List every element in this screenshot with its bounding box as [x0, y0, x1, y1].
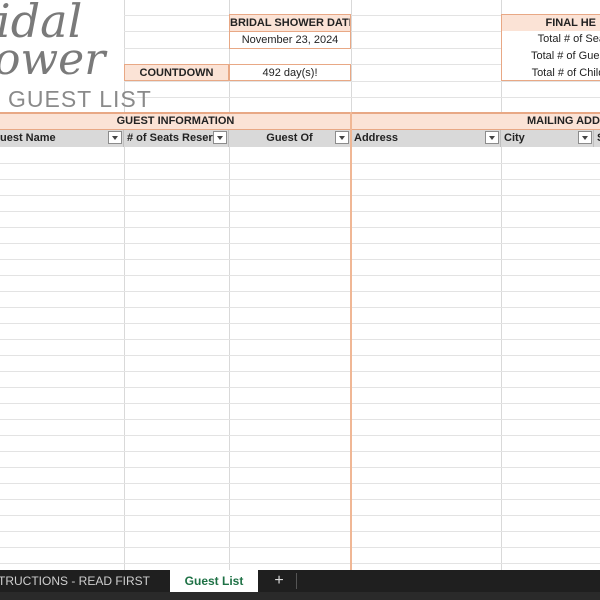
grid-line [0, 211, 600, 212]
grid-line [0, 563, 600, 564]
grid-line [0, 227, 600, 228]
guest-information-header: GUEST INFORMATION [0, 112, 351, 130]
filter-dropdown-icon[interactable] [578, 131, 592, 144]
final-headcount-title: FINAL HE [501, 14, 600, 32]
grid-line [0, 275, 600, 276]
total-guests-label: Total # of Guest [501, 48, 600, 65]
grid-line [0, 467, 600, 468]
logo-line2: ower [0, 34, 106, 85]
grid-line [0, 163, 600, 164]
grid-line [0, 291, 600, 292]
tab-guest-list[interactable]: Guest List [170, 570, 258, 592]
tab-instructions-label: TRUCTIONS - READ FIRST [0, 574, 150, 588]
logo-guest-list: GUEST LIST [8, 86, 152, 112]
grid-line [0, 435, 600, 436]
grid-line [0, 355, 600, 356]
filter-dropdown-icon[interactable] [108, 131, 122, 144]
col-header-seats-reserved[interactable]: # of Seats Reserv [124, 130, 229, 147]
tab-instructions[interactable]: TRUCTIONS - READ FIRST [0, 570, 168, 592]
col-header-guest-name[interactable]: uest Name [0, 130, 124, 147]
col-header-guest-of[interactable]: Guest Of [229, 130, 351, 147]
grid-line [0, 403, 600, 404]
sheet-tab-bar: TRUCTIONS - READ FIRST Guest List + [0, 570, 600, 592]
grid-line [124, 81, 600, 82]
col-header-address-label: Address [354, 132, 399, 144]
mailing-address-label: MAILING ADDR [527, 115, 600, 127]
col-header-guest-of-label: Guest Of [266, 132, 313, 144]
grid-line [0, 451, 600, 452]
section-divider [350, 112, 352, 570]
filter-dropdown-icon[interactable] [213, 131, 227, 144]
grid-line [0, 259, 600, 260]
tab-divider [296, 573, 297, 589]
col-header-seats-label: # of Seats Reserv [127, 132, 219, 144]
grid-line [0, 179, 600, 180]
filter-dropdown-icon[interactable] [485, 131, 499, 144]
grid-line [0, 531, 600, 532]
countdown-value[interactable]: 492 day(s)! [229, 64, 351, 81]
grid-line [0, 243, 600, 244]
grid-line [0, 547, 600, 548]
total-children-label: Total # of Childr [501, 65, 600, 81]
add-sheet-button[interactable]: + [266, 570, 292, 592]
grid-line [0, 339, 600, 340]
mailing-address-header: MAILING ADDR [351, 112, 600, 130]
bridal-shower-date-value[interactable]: November 23, 2024 [229, 31, 351, 49]
grid-line [229, 0, 230, 570]
grid-line [0, 499, 600, 500]
grid-line [124, 97, 600, 98]
col-header-state[interactable]: S [594, 130, 600, 147]
grid-line [0, 387, 600, 388]
grid-line [501, 0, 502, 570]
total-seats-label: Total # of Seat [501, 31, 600, 48]
grid-line [0, 195, 600, 196]
grid-line [0, 419, 600, 420]
col-header-city[interactable]: City [501, 130, 594, 147]
col-header-address[interactable]: Address [351, 130, 501, 147]
grid-line [0, 323, 600, 324]
bridal-shower-date-label: BRIDAL SHOWER DATE [229, 14, 351, 32]
grid-line [0, 371, 600, 372]
filter-dropdown-icon[interactable] [335, 131, 349, 144]
col-header-city-label: City [504, 132, 525, 144]
grid-line [0, 483, 600, 484]
status-bar [0, 592, 600, 600]
grid-line [0, 307, 600, 308]
grid-line [0, 515, 600, 516]
col-header-guest-name-label: uest Name [0, 132, 56, 144]
countdown-label: COUNTDOWN [124, 64, 229, 81]
